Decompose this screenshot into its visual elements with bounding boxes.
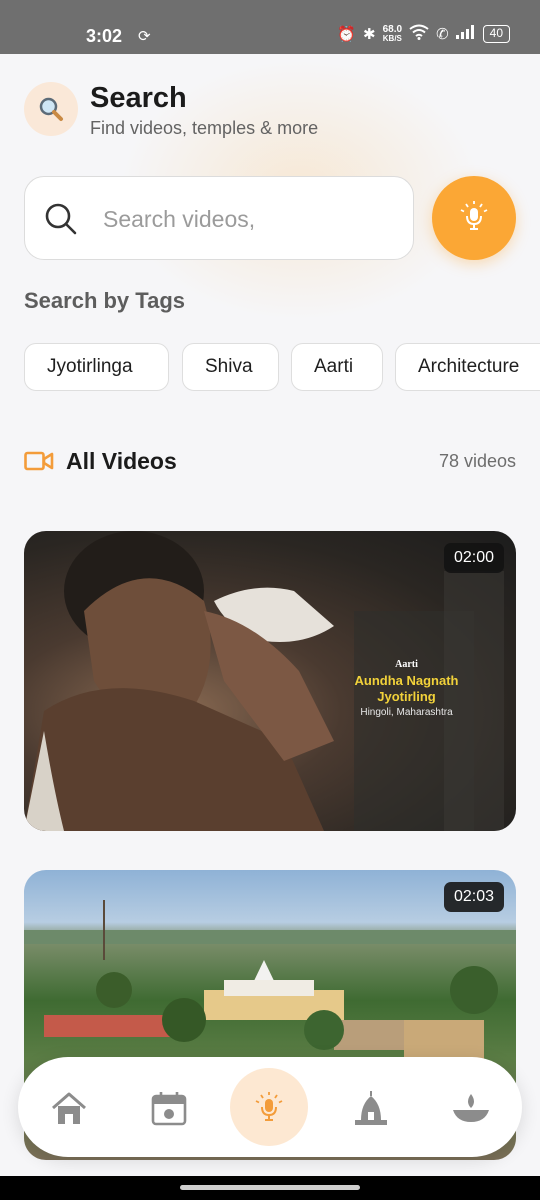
bluetooth-icon: ✱: [363, 26, 376, 43]
video-card[interactable]: 02:00 Aarti Aundha Nagnath Jyotirling Hi…: [24, 531, 516, 831]
all-videos-heading: All Videos: [66, 448, 177, 474]
search-icon: [43, 201, 79, 242]
search-input[interactable]: [103, 199, 393, 239]
nav-temples[interactable]: [349, 1087, 393, 1131]
tag-jyotirlinga[interactable]: Jyotirlinga: [24, 343, 169, 391]
nav-home[interactable]: [47, 1087, 91, 1131]
bottom-navigation: [18, 1057, 522, 1157]
network-speed-value: 68.0: [382, 24, 403, 35]
voice-search-button[interactable]: [432, 176, 516, 260]
video-duration: 02:00: [443, 543, 504, 573]
tag-shiva[interactable]: Shiva: [182, 343, 279, 391]
nav-calendar[interactable]: [147, 1087, 191, 1131]
search-bar[interactable]: [24, 176, 414, 260]
tags-heading: Search by Tags: [24, 288, 185, 313]
search-header-icon: [24, 82, 78, 136]
network-speed-unit: KB/S: [382, 34, 402, 43]
tag-architecture[interactable]: Architecture: [395, 343, 540, 391]
videos-count: 78 videos: [438, 451, 516, 471]
temple-icon: [355, 1091, 387, 1125]
page-subtitle: Find videos, temples & more: [90, 118, 319, 138]
battery-indicator: 40: [482, 25, 510, 43]
overlay-temple: Aundha Nagnath Jyotirling: [354, 673, 459, 704]
alarm-icon: ⏰: [337, 26, 357, 43]
nav-diya[interactable]: [449, 1087, 493, 1131]
mic-icon: [457, 199, 491, 238]
video-duration: 02:03: [443, 882, 504, 912]
wifi-icon: [409, 24, 429, 44]
system-navigation-bar: [0, 1176, 540, 1200]
page-title: Search: [90, 82, 187, 114]
signal-icon: [455, 25, 476, 43]
video-overlay-caption: Aarti Aundha Nagnath Jyotirling Hingoli,…: [324, 657, 489, 721]
overlay-location: Hingoli, Maharashtra: [360, 707, 453, 718]
tag-aarti[interactable]: Aarti: [291, 343, 383, 391]
diya-icon: [453, 1094, 489, 1122]
nav-voice-search[interactable]: [230, 1068, 308, 1146]
mic-icon: [255, 1092, 283, 1121]
tags-list: Jyotirlinga Shiva Aarti Architecture: [24, 343, 540, 391]
sync-icon: ⟳: [138, 28, 151, 45]
status-time: 3:02: [86, 26, 123, 46]
wifi-calling-icon: ✆: [436, 26, 449, 43]
overlay-tag: Aarti: [395, 659, 418, 670]
home-gesture-handle[interactable]: [180, 1185, 360, 1190]
video-camera-icon: [24, 449, 54, 478]
status-bar: 3:02 ⟳ ⏰ ✱ 68.0 KB/S ✆ 40: [0, 0, 540, 54]
home-icon: [52, 1092, 86, 1124]
calendar-icon: [151, 1092, 187, 1126]
network-speed: 68.0 KB/S: [382, 24, 403, 44]
